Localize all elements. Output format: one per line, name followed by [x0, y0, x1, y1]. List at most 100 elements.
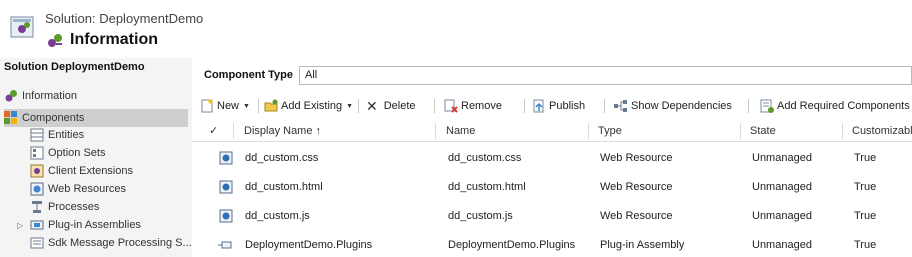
nav-item-option-sets[interactable]: Option Sets — [30, 144, 188, 162]
nav-item-label: Processes — [48, 201, 100, 213]
delete-button[interactable]: ✕ Delete — [366, 95, 416, 117]
page-title: Information — [70, 31, 158, 48]
information-icon — [48, 34, 62, 47]
column-header-display-name[interactable]: Display Name ↑ — [244, 120, 321, 142]
cell-type: Plug-in Assembly — [600, 239, 685, 251]
nav-item-label: Web Resources — [48, 183, 127, 195]
cell-state: Unmanaged — [752, 181, 812, 193]
nav-item-client-extensions[interactable]: Client Extensions — [30, 162, 188, 180]
components-icon — [4, 111, 17, 124]
cell-display-name: dd_custom.js — [245, 210, 310, 222]
add-existing-icon — [264, 99, 278, 112]
nav-title: Solution DeploymentDemo — [4, 61, 145, 73]
left-nav: Solution DeploymentDemo Information Comp… — [0, 58, 192, 257]
processes-icon — [32, 201, 42, 213]
column-divider — [842, 123, 843, 139]
cell-display-name: DeploymentDemo.Plugins — [245, 239, 373, 251]
nav-item-label: Client Extensions — [48, 165, 133, 177]
chevron-down-icon: ▼ — [243, 102, 250, 110]
component-type-label: Component Type — [204, 69, 294, 81]
main-panel: Component Type All New ▼ Add Existing ▼ ✕ … — [192, 58, 912, 257]
toolbar-divider — [358, 99, 359, 113]
delete-icon: ✕ — [366, 97, 378, 114]
nav-item-components[interactable]: Components — [4, 109, 188, 127]
web-resource-icon — [219, 180, 233, 194]
remove-icon — [444, 99, 458, 113]
nav-item-label: Plug-in Assemblies — [48, 219, 141, 231]
cell-state: Unmanaged — [752, 152, 812, 164]
cell-state: Unmanaged — [752, 210, 812, 222]
plugin-assembly-icon — [218, 241, 232, 249]
add-existing-button[interactable]: Add Existing ▼ — [264, 95, 353, 117]
plugin-assemblies-icon — [30, 220, 44, 230]
column-divider — [740, 123, 741, 139]
cell-name: DeploymentDemo.Plugins — [448, 239, 576, 251]
nav-item-web-resources[interactable]: Web Resources — [30, 180, 188, 198]
cell-type: Web Resource — [600, 181, 673, 193]
entities-icon — [30, 128, 44, 142]
nav-item-label: Sdk Message Processing S... — [48, 237, 192, 249]
nav-item-plugin-assemblies[interactable]: ▷ Plug-in Assemblies — [17, 216, 188, 234]
column-divider — [233, 123, 234, 139]
nav-item-label: Components — [22, 112, 85, 124]
select-all-checkbox[interactable]: ✓ — [209, 120, 218, 142]
remove-button[interactable]: Remove — [444, 95, 502, 117]
table-row[interactable]: dd_custom.css dd_custom.css Web Resource… — [192, 144, 912, 173]
column-header-customizable[interactable]: Customizable — [852, 120, 912, 142]
grid-header: ✓ Display Name ↑ Name Type State Customi… — [192, 120, 912, 142]
cell-name: dd_custom.css — [448, 152, 522, 164]
web-resource-icon — [219, 151, 233, 165]
nav-item-processes[interactable]: Processes — [30, 198, 188, 216]
option-sets-icon — [30, 146, 44, 160]
dependencies-icon — [614, 100, 627, 112]
nav-item-label: Option Sets — [48, 147, 106, 159]
cell-customizable: True — [854, 239, 877, 251]
information-icon — [5, 90, 17, 102]
cell-type: Web Resource — [600, 152, 673, 164]
cell-type: Web Resource — [600, 210, 673, 222]
new-icon — [201, 99, 213, 113]
new-button[interactable]: New ▼ — [200, 95, 250, 117]
table-row[interactable]: dd_custom.js dd_custom.js Web Resource U… — [192, 202, 912, 231]
show-dependencies-button[interactable]: Show Dependencies — [614, 95, 732, 117]
column-header-type[interactable]: Type — [598, 120, 622, 142]
toolbar: New ▼ Add Existing ▼ ✕ Delete Remove Publi… — [192, 95, 912, 117]
solution-label: Solution: DeploymentDemo — [45, 11, 204, 26]
publish-icon — [533, 99, 544, 113]
table-row[interactable]: dd_custom.html dd_custom.html Web Resour… — [192, 173, 912, 202]
column-divider — [435, 123, 436, 139]
cell-name: dd_custom.js — [448, 210, 513, 222]
nav-item-sdk-message[interactable]: Sdk Message Processing S... — [30, 234, 192, 252]
cell-display-name: dd_custom.html — [245, 181, 323, 193]
nav-item-label: Information — [22, 90, 78, 102]
column-divider — [588, 123, 589, 139]
web-resource-icon — [219, 209, 233, 223]
toolbar-divider — [604, 99, 605, 113]
toolbar-divider — [258, 99, 259, 113]
sdk-message-icon — [30, 237, 44, 249]
expand-icon[interactable]: ▷ — [17, 221, 30, 230]
chevron-down-icon: ▼ — [346, 102, 354, 110]
web-resources-icon — [30, 182, 44, 196]
cell-customizable: True — [854, 181, 877, 193]
cell-customizable: True — [854, 210, 877, 222]
column-header-name[interactable]: Name — [446, 120, 475, 142]
header: Solution: DeploymentDemo Information — [0, 0, 912, 58]
cell-customizable: True — [854, 152, 877, 164]
nav-item-label: Entities — [48, 129, 85, 141]
nav-item-entities[interactable]: Entities — [30, 126, 188, 144]
column-header-state[interactable]: State — [750, 120, 776, 142]
add-required-icon — [760, 99, 774, 113]
table-row[interactable]: DeploymentDemo.Plugins DeploymentDemo.Pl… — [192, 231, 912, 257]
cell-name: dd_custom.html — [448, 181, 526, 193]
solution-icon — [10, 16, 34, 38]
cell-state: Unmanaged — [752, 239, 812, 251]
add-required-components-button[interactable]: Add Required Components — [760, 95, 910, 117]
component-type-select[interactable]: All — [299, 66, 912, 85]
publish-button[interactable]: Publish — [532, 95, 585, 117]
nav-item-information[interactable]: Information — [4, 87, 188, 105]
cell-display-name: dd_custom.css — [245, 152, 319, 164]
toolbar-divider — [434, 99, 435, 113]
toolbar-divider — [748, 99, 749, 113]
toolbar-divider — [524, 99, 525, 113]
